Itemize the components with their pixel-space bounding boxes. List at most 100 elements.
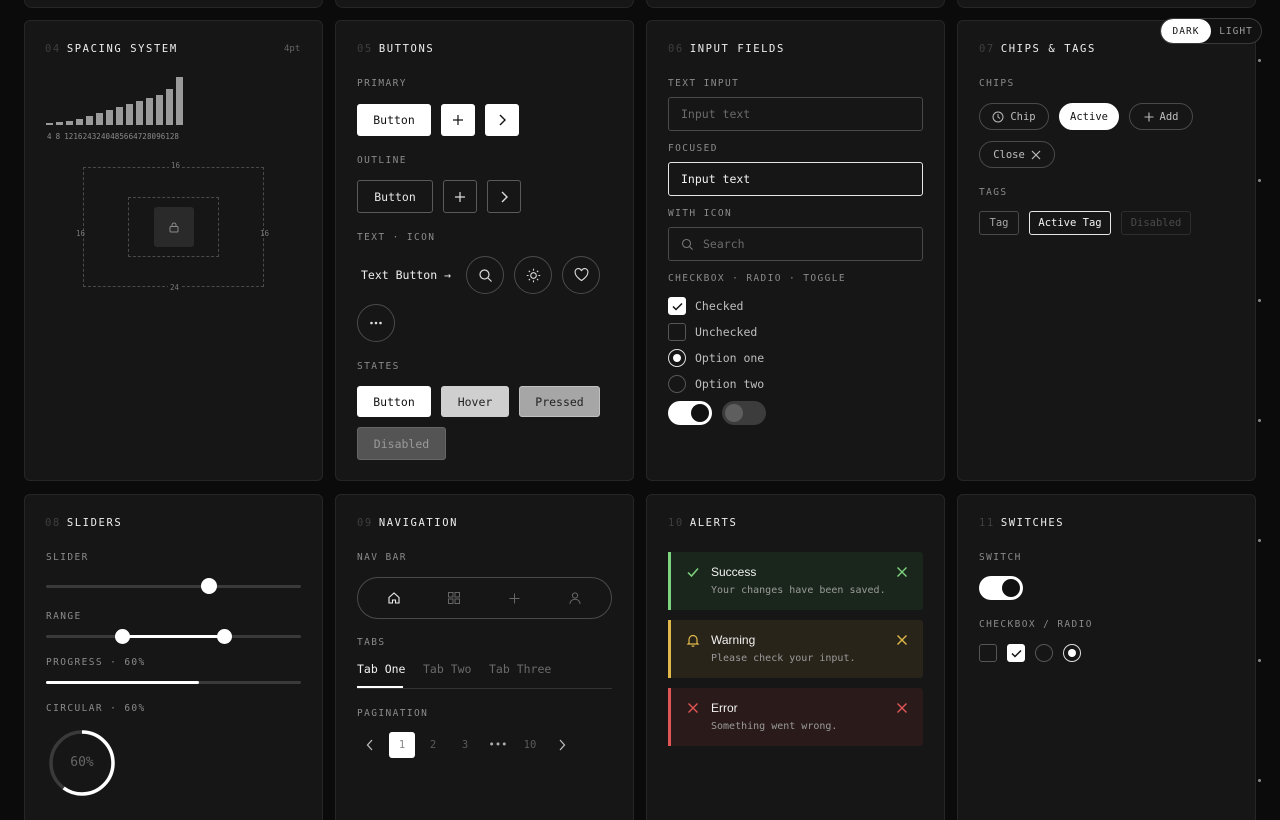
- text-button[interactable]: Text Button →: [361, 268, 451, 282]
- spacing-scale-bar: [166, 89, 173, 125]
- range-thumb-high[interactable]: [217, 629, 232, 644]
- search-icon: [478, 268, 492, 282]
- search-icon-button[interactable]: [466, 256, 504, 294]
- more-icon-button[interactable]: [357, 304, 395, 342]
- close-icon[interactable]: [895, 701, 909, 715]
- theme-dark-option[interactable]: DARK: [1161, 19, 1211, 43]
- nav-grid[interactable]: [444, 588, 464, 608]
- outline-label: OUTLINE: [357, 155, 407, 166]
- close-icon[interactable]: [895, 633, 909, 647]
- slider-label: SLIDER: [46, 552, 89, 563]
- tab-one[interactable]: Tab One: [357, 662, 405, 676]
- heart-icon: [574, 268, 588, 282]
- close-chip[interactable]: Close: [979, 141, 1055, 168]
- slider-track[interactable]: [46, 585, 301, 588]
- theme-toggle[interactable]: DARK LIGHT: [1160, 18, 1262, 44]
- alert-title: Warning: [711, 633, 756, 647]
- navigation-heading: 09 NAVIGATION: [357, 517, 459, 529]
- card-above-strip: [957, 0, 1256, 8]
- unchecked-checkbox[interactable]: [668, 323, 686, 341]
- pagination-page-1[interactable]: 1: [389, 732, 415, 758]
- tab-two[interactable]: Tab Two: [423, 662, 471, 676]
- checkbox-radio-label: CHECKBOX / RADIO: [979, 619, 1093, 630]
- nav-home[interactable]: [384, 588, 404, 608]
- active-tag[interactable]: Active Tag: [1029, 211, 1111, 235]
- pagination-page-10[interactable]: 10: [517, 732, 543, 758]
- pagination-prev[interactable]: [357, 732, 383, 758]
- warning-alert: Warning Please check your input.: [668, 620, 923, 678]
- inputs-heading: 06 INPUT FIELDS: [668, 43, 785, 55]
- spacing-scale-label: 4: [47, 132, 52, 141]
- unchecked-checkbox[interactable]: [979, 644, 997, 662]
- unselected-radio[interactable]: [1035, 644, 1053, 662]
- chevron-right-icon: [499, 114, 506, 126]
- chevron-left-icon: [366, 739, 373, 751]
- switches-card: [957, 494, 1256, 820]
- spacing-left-value: 16: [76, 229, 86, 238]
- nav-add[interactable]: [504, 588, 524, 608]
- chip[interactable]: Chip: [979, 103, 1049, 130]
- radio-option-one[interactable]: [668, 349, 686, 367]
- pagination-ellipsis: •••: [488, 739, 508, 751]
- alert-accent-bar: [668, 688, 671, 746]
- toggle-on[interactable]: [668, 401, 712, 425]
- progress-fill: [46, 681, 199, 684]
- close-icon[interactable]: [1031, 150, 1041, 160]
- toggle-off[interactable]: [722, 401, 766, 425]
- selected-radio[interactable]: [1063, 644, 1081, 662]
- checked-checkbox[interactable]: [1007, 644, 1025, 662]
- pagination-next[interactable]: [549, 732, 575, 758]
- home-icon: [388, 592, 400, 604]
- spacing-content-box: [154, 207, 194, 247]
- primary-label: PRIMARY: [357, 78, 407, 89]
- primary-button[interactable]: Button: [357, 104, 431, 136]
- outline-plus-button[interactable]: [443, 180, 477, 213]
- text-input[interactable]: Input text: [668, 97, 923, 131]
- spacing-scale-label: 80: [147, 132, 157, 141]
- spacing-heading: 04 SPACING SYSTEM: [45, 43, 178, 55]
- theme-light-option[interactable]: LIGHT: [1211, 19, 1261, 43]
- spacing-scale-bar: [76, 119, 83, 125]
- tab-three[interactable]: Tab Three: [489, 662, 551, 676]
- primary-next-button[interactable]: [485, 104, 519, 136]
- spacing-scale-bar: [106, 110, 113, 125]
- pagination-page-2[interactable]: 2: [420, 732, 446, 758]
- tag[interactable]: Tag: [979, 211, 1019, 235]
- close-icon[interactable]: [895, 565, 909, 579]
- focused-input[interactable]: Input text: [668, 162, 923, 196]
- circular-progress-value: 60%: [70, 755, 94, 770]
- chevron-right-icon: [501, 191, 508, 202]
- search-icon: [681, 238, 693, 250]
- outline-next-button[interactable]: [487, 180, 521, 213]
- lock-icon: [169, 222, 179, 233]
- favorite-icon-button[interactable]: [562, 256, 600, 294]
- add-chip[interactable]: Add: [1129, 103, 1193, 130]
- spacing-scale-label: 128: [165, 132, 179, 141]
- range-thumb-low[interactable]: [115, 629, 130, 644]
- spacing-scale-bar: [176, 77, 183, 125]
- user-icon: [569, 592, 581, 605]
- radio-option-two[interactable]: [668, 375, 686, 393]
- brightness-icon-button[interactable]: [514, 256, 552, 294]
- spacing-unit: 4pt: [284, 44, 301, 54]
- disabled-state-button: Disabled: [357, 427, 446, 460]
- primary-plus-button[interactable]: [441, 104, 475, 136]
- default-state-button[interactable]: Button: [357, 386, 431, 417]
- sliders-heading: 08 SLIDERS: [45, 517, 123, 529]
- spacing-scale-label: 64: [128, 132, 138, 141]
- search-input[interactable]: Search: [668, 227, 923, 261]
- range-label: RANGE: [46, 611, 82, 622]
- pagination-page-3[interactable]: 3: [452, 732, 478, 758]
- checked-checkbox[interactable]: [668, 297, 686, 315]
- active-chip[interactable]: Active: [1059, 103, 1119, 130]
- chips-heading: 07 CHIPS & TAGS: [979, 43, 1096, 55]
- search-placeholder: Search: [703, 237, 745, 251]
- spacing-scale-bar: [156, 95, 163, 125]
- nav-profile[interactable]: [565, 588, 585, 608]
- hover-state-button[interactable]: Hover: [441, 386, 509, 417]
- spacing-scale-bar: [66, 120, 73, 125]
- focused-label: FOCUSED: [668, 143, 718, 154]
- pressed-state-button[interactable]: Pressed: [519, 386, 600, 417]
- switch-on[interactable]: [979, 576, 1023, 600]
- outline-button[interactable]: Button: [357, 180, 433, 213]
